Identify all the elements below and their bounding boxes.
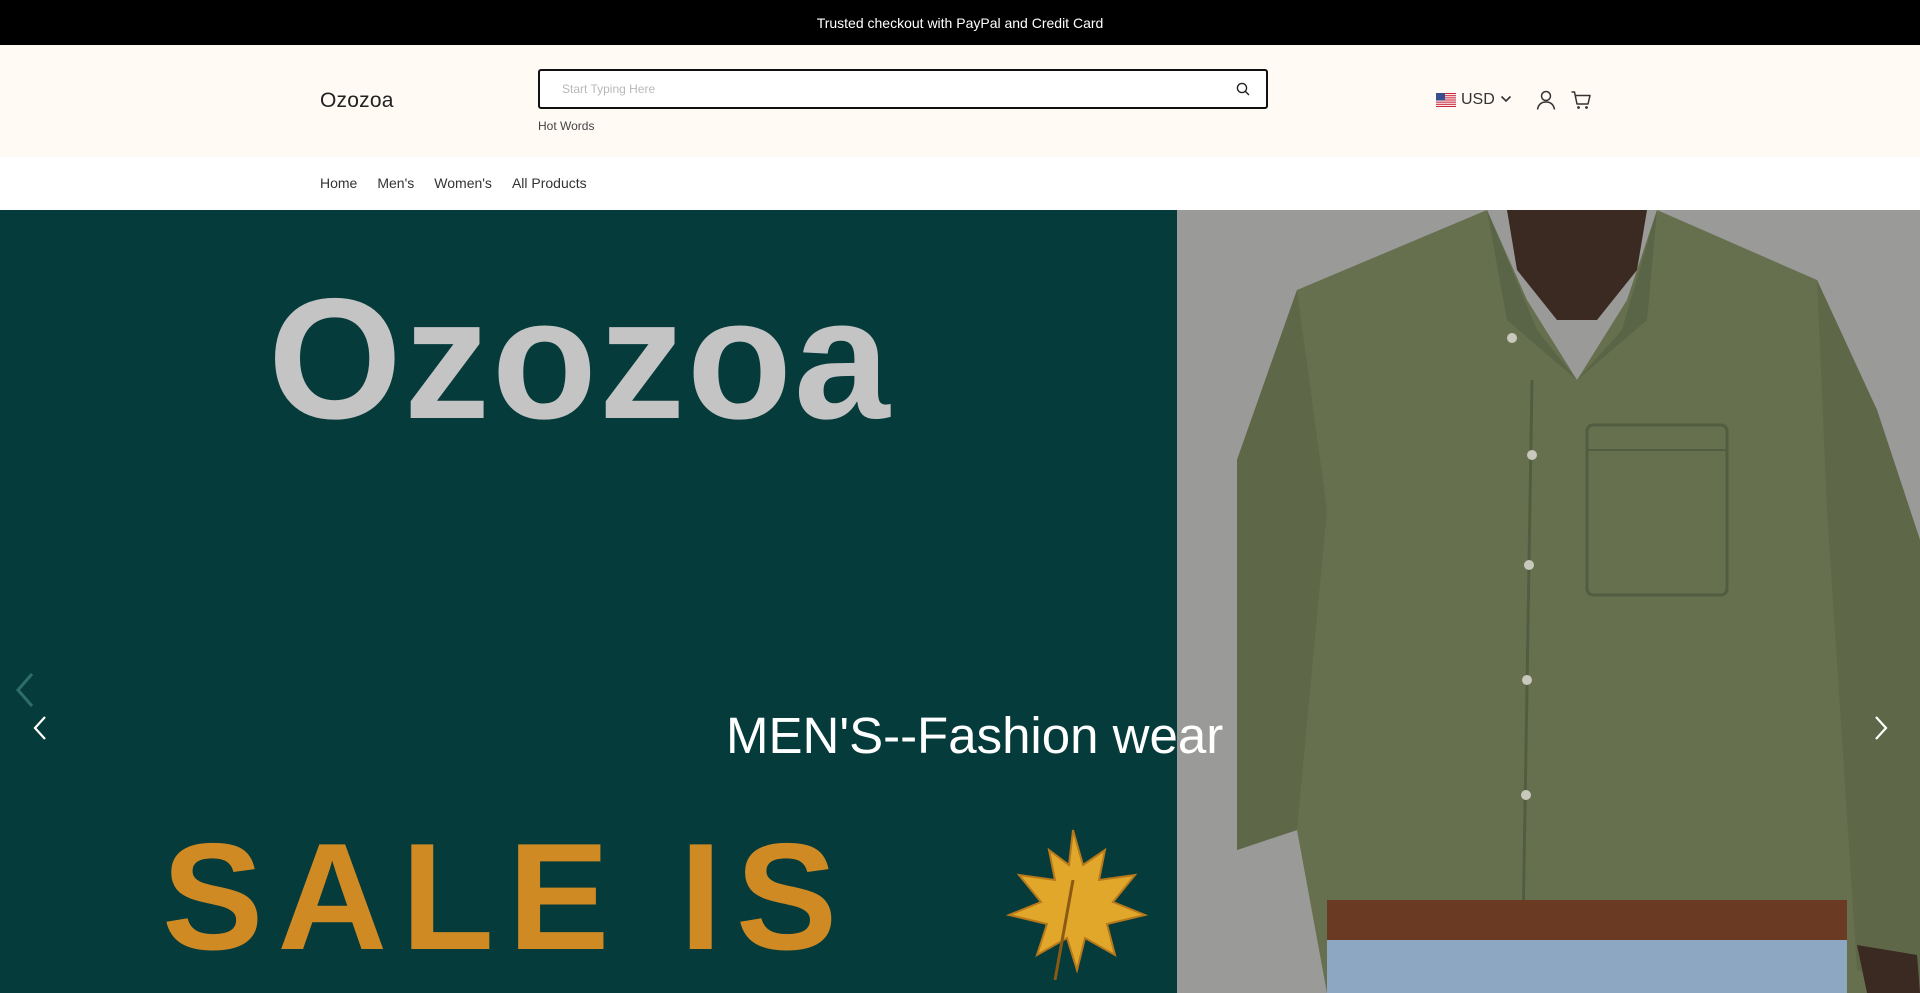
currency-code: USD [1461,91,1495,108]
site-logo[interactable]: Ozozoa [320,89,394,113]
nav-item-all-products[interactable]: All Products [512,175,587,191]
chevron-down-icon [1500,91,1512,109]
hero-banner-right [1177,210,1920,993]
site-header: Ozozoa Hot Words USD [0,45,1920,157]
search-icon[interactable] [1234,80,1252,98]
announcement-bar: Trusted checkout with PayPal and Credit … [0,0,1920,45]
nav-item-mens[interactable]: Men's [377,175,414,191]
hero-brand-text: Ozozoa [268,263,892,455]
hot-words-label: Hot Words [538,119,595,133]
search-area: Hot Words [538,69,1268,133]
model-shirt-image [1177,210,1920,993]
carousel-prev-button[interactable] [26,713,56,743]
us-flag-icon [1436,93,1456,107]
announcement-text: Trusted checkout with PayPal and Credit … [816,14,1104,31]
hero-carousel: Ozozoa SALE IS MEN'S--Fashion wear [0,210,1920,993]
main-nav: Home Men's Women's All Products [0,157,1920,210]
hero-banner-left: Ozozoa SALE IS [0,210,1177,993]
carousel-next-button[interactable] [1865,713,1895,743]
hero-sale-text: SALE IS [162,812,852,982]
cart-icon[interactable] [1570,89,1592,111]
nav-item-home[interactable]: Home [320,175,357,191]
account-icon[interactable] [1535,89,1557,111]
nav-item-womens[interactable]: Women's [434,175,492,191]
hero-caption: MEN'S--Fashion wear [726,707,1224,764]
currency-selector[interactable]: USD [1436,91,1512,109]
maple-leaf-icon [1005,829,1149,980]
search-input[interactable] [562,82,1234,96]
chevron-left-icon [16,673,34,707]
search-box [538,69,1268,109]
